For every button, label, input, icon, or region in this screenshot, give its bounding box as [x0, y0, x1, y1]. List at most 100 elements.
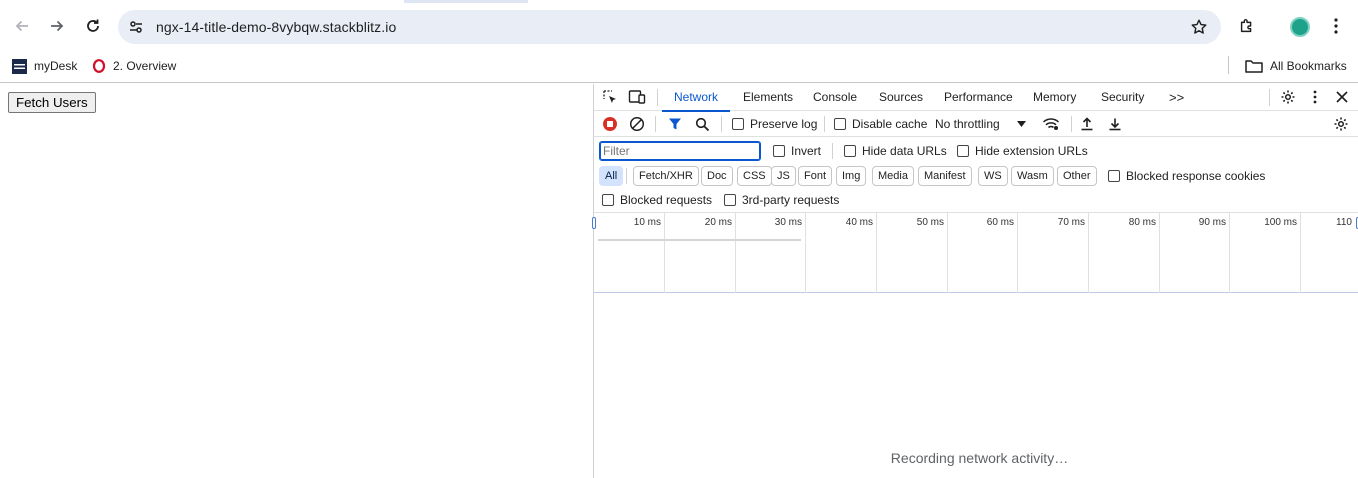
blocked-response-cookies-checkbox[interactable]: Blocked response cookies	[1108, 167, 1265, 185]
tab-console[interactable]: Console	[813, 84, 857, 111]
settings-gear-icon[interactable]	[1278, 87, 1298, 107]
timeline-column: 100 ms	[1230, 213, 1301, 293]
tab-performance[interactable]: Performance	[944, 84, 1013, 111]
filter-chip-font[interactable]: Font	[798, 166, 833, 186]
devtools-menu-icon[interactable]	[1305, 87, 1325, 107]
tab-elements[interactable]: Elements	[743, 84, 793, 111]
timeline-activity-bar	[598, 239, 801, 241]
timeline-tick-label: 60 ms	[986, 217, 1014, 228]
filter-input[interactable]	[599, 141, 761, 161]
bookmark-label: myDesk	[34, 59, 78, 73]
filter-chip-other[interactable]: Other	[1057, 166, 1097, 186]
timeline-left-handle[interactable]	[592, 217, 596, 229]
forward-button[interactable]	[42, 11, 72, 41]
filter-funnel-icon[interactable]	[665, 114, 685, 134]
chrome-menu-icon[interactable]	[1326, 14, 1346, 38]
invert-checkbox[interactable]: Invert	[773, 142, 821, 160]
blocked-requests-label: Blocked requests	[620, 193, 713, 207]
filter-chip-fetch-xhr[interactable]: Fetch/XHR	[633, 166, 699, 186]
all-bookmarks-button[interactable]: All Bookmarks	[1245, 55, 1347, 77]
checkbox-box[interactable]	[834, 118, 846, 130]
import-har-icon[interactable]	[1077, 114, 1097, 134]
timeline-tick-label: 110	[1336, 217, 1352, 228]
timeline-column: 80 ms	[1089, 213, 1160, 293]
filter-chip-css[interactable]: CSS	[737, 166, 772, 186]
filter-chip-img[interactable]: Img	[836, 166, 867, 186]
toolbar-separator	[824, 116, 825, 132]
record-stop-icon[interactable]	[600, 114, 620, 134]
export-har-icon[interactable]	[1105, 114, 1125, 134]
timeline-column: 10 ms	[594, 213, 665, 293]
dropdown-arrow-icon	[1016, 121, 1026, 127]
preserve-log-checkbox[interactable]: Preserve log	[732, 115, 817, 133]
filter-chip-doc[interactable]: Doc	[701, 166, 733, 186]
site-info-icon[interactable]	[126, 17, 146, 37]
timeline-tick-label: 20 ms	[704, 217, 732, 228]
preserve-log-label: Preserve log	[750, 117, 818, 131]
timeline-column: 70 ms	[1018, 213, 1089, 293]
checkbox-box[interactable]	[844, 145, 856, 157]
hide-extension-urls-checkbox[interactable]: Hide extension URLs	[957, 142, 1088, 160]
bookmark-mydesk[interactable]: myDesk	[12, 55, 77, 77]
filter-chip-ws[interactable]: WS	[978, 166, 1008, 186]
timeline-column: 20 ms	[665, 213, 736, 293]
blocked-requests-checkbox[interactable]: Blocked requests	[602, 191, 712, 209]
disable-cache-checkbox[interactable]: Disable cache	[834, 115, 927, 133]
tab-security[interactable]: Security	[1101, 84, 1144, 111]
network-toolbar: Preserve log Disable cache No throttling	[594, 111, 1358, 137]
checkbox-box[interactable]	[957, 145, 969, 157]
bookmarks-bar: myDesk 2. Overview All Bookmarks	[0, 49, 1358, 83]
profile-avatar[interactable]	[1290, 17, 1310, 37]
fetch-users-button[interactable]: Fetch Users	[8, 92, 96, 113]
hide-data-urls-checkbox[interactable]: Hide data URLs	[844, 142, 947, 160]
checkbox-box[interactable]	[1108, 170, 1120, 182]
filter-chip-media[interactable]: Media	[872, 166, 914, 186]
toolbar-separator	[655, 116, 656, 132]
third-party-requests-label: 3rd-party requests	[742, 193, 840, 207]
filter-chip-manifest[interactable]: Manifest	[918, 166, 972, 186]
checkbox-box[interactable]	[732, 118, 744, 130]
more-tabs-button[interactable]: >>	[1169, 84, 1184, 111]
folder-icon	[1245, 59, 1263, 73]
third-party-requests-checkbox[interactable]: 3rd-party requests	[724, 191, 839, 209]
filter-chip-js[interactable]: JS	[771, 166, 796, 186]
tab-sources[interactable]: Sources	[879, 84, 923, 111]
url-text[interactable]: ngx-14-title-demo-8vybqw.stackblitz.io	[156, 19, 396, 35]
page-viewport: Fetch Users	[0, 84, 593, 478]
throttling-select[interactable]: No throttling	[935, 115, 1026, 133]
address-bar[interactable]: ngx-14-title-demo-8vybqw.stackblitz.io	[118, 10, 1221, 44]
device-toolbar-icon[interactable]	[627, 87, 647, 107]
timeline-tick-label: 30 ms	[774, 217, 802, 228]
bookmark-overview[interactable]: 2. Overview	[92, 55, 176, 77]
filter-separator	[626, 168, 627, 184]
back-button[interactable]	[7, 11, 37, 41]
filter-chip-wasm[interactable]: Wasm	[1011, 166, 1054, 186]
filter-chip-all[interactable]: All	[599, 166, 624, 186]
back-arrow-icon	[15, 20, 28, 32]
network-overview-timeline[interactable]: 10 ms 20 ms 30 ms 40 ms 50 ms 60 ms 70 m…	[592, 212, 1358, 293]
close-icon[interactable]	[1332, 87, 1352, 107]
browser-toolbar: ngx-14-title-demo-8vybqw.stackblitz.io	[0, 3, 1358, 49]
hide-extension-urls-label: Hide extension URLs	[975, 144, 1088, 158]
inspect-element-icon[interactable]	[600, 87, 620, 107]
extensions-icon[interactable]	[1235, 14, 1259, 38]
devtools-tab-bar: Network Elements Console Sources Perform…	[594, 84, 1358, 112]
reload-button[interactable]	[78, 11, 108, 41]
tab-network[interactable]: Network	[661, 84, 731, 112]
timeline-tick-label: 70 ms	[1057, 217, 1085, 228]
timeline-tick-label: 50 ms	[916, 217, 944, 228]
network-settings-gear-icon[interactable]	[1331, 114, 1351, 134]
hide-data-urls-label: Hide data URLs	[862, 144, 947, 158]
checkbox-box[interactable]	[724, 194, 736, 206]
checkbox-box[interactable]	[602, 194, 614, 206]
timeline-tick-label: 90 ms	[1198, 217, 1226, 228]
timeline-column: 50 ms	[877, 213, 948, 293]
network-conditions-icon[interactable]	[1041, 114, 1061, 134]
clear-icon[interactable]	[627, 114, 647, 134]
bookmark-label: 2. Overview	[113, 59, 177, 73]
forward-arrow-icon	[51, 20, 64, 32]
checkbox-box[interactable]	[773, 145, 785, 157]
bookmark-star-icon[interactable]	[1189, 17, 1209, 37]
search-icon[interactable]	[692, 114, 712, 134]
tab-memory[interactable]: Memory	[1033, 84, 1076, 111]
